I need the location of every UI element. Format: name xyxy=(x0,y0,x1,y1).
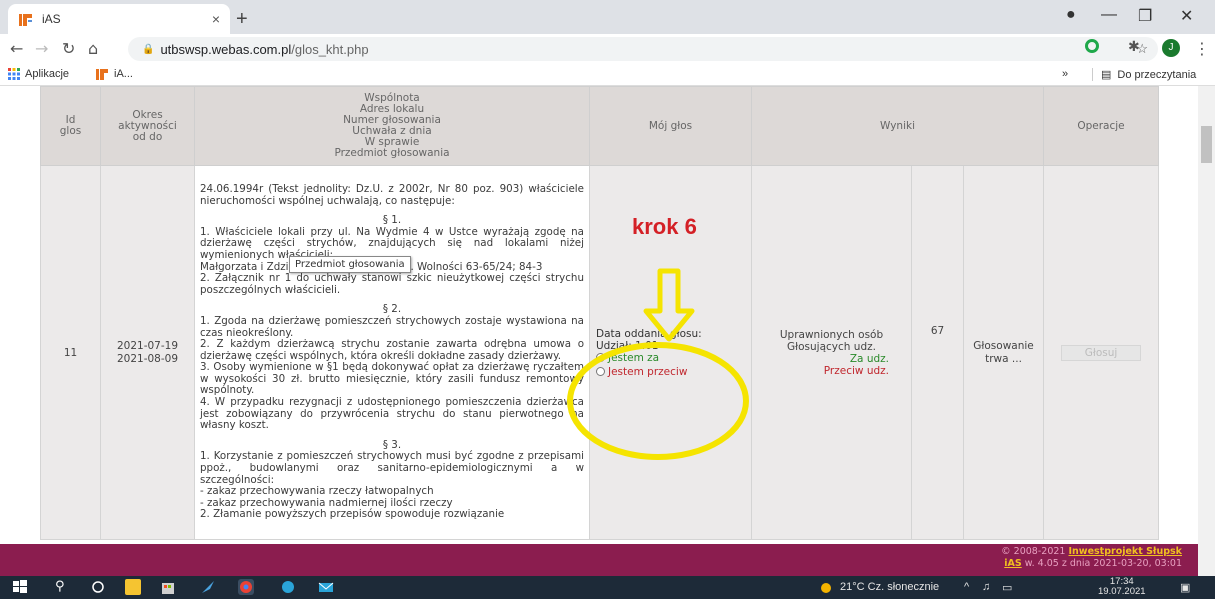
resolution-paragraph: 2. Załącznik nr 1 do uchwały stanowi szk… xyxy=(200,272,584,296)
ias-logo-icon xyxy=(96,68,110,80)
bookmark-label: iA... xyxy=(114,68,133,80)
cell-operacje: Głosuj xyxy=(1043,165,1159,540)
extension-icon[interactable] xyxy=(1085,39,1099,53)
weather-text[interactable]: 21°C Cz. słonecznie xyxy=(840,581,939,593)
address-bar[interactable]: 🔒 utbswsp.webas.com.pl/glos_kht.php ☆ xyxy=(128,37,1158,61)
cell-id: 11 xyxy=(40,165,101,540)
reading-list-label: Do przeczytania xyxy=(1117,68,1197,81)
footer-copyright: © 2008-2021 xyxy=(1001,546,1066,557)
cell-status: Głosowanie trwa ... xyxy=(963,165,1044,540)
notifications-icon[interactable]: ▣ xyxy=(1180,581,1190,594)
reload-icon[interactable]: ↻ xyxy=(62,39,75,58)
network-icon[interactable]: ▭ xyxy=(1002,581,1012,594)
tab-close-icon[interactable]: × xyxy=(212,11,220,27)
resolution-paragraph: 1. Zgoda na dzierżawę pomieszczeń strych… xyxy=(200,314,584,339)
tab-title: iAS xyxy=(42,12,61,26)
back-arrow-icon[interactable]: ← xyxy=(10,39,23,58)
tooltip: Przedmiot głosowania xyxy=(289,256,411,273)
cell-przedmiot: 24.06.1994r (Tekst jednolity: Dz.U. z 20… xyxy=(194,165,590,540)
header-moj-glos: Mój głos xyxy=(589,86,752,166)
resolution-paragraph: 2. Złamanie powyższych przepisów spowodu… xyxy=(200,508,505,521)
url-host: utbswsp.webas.com.pl xyxy=(160,41,292,57)
scrollbar-thumb[interactable] xyxy=(1201,126,1212,163)
browser-tab[interactable]: iAS × xyxy=(8,4,230,34)
resolution-paragraph: 1. Korzystanie z pomieszczeń strychowych… xyxy=(200,450,584,486)
apps-grid-icon xyxy=(8,68,20,80)
weather-icon xyxy=(818,579,834,595)
file-explorer-icon[interactable] xyxy=(125,579,141,595)
highlight-ellipse xyxy=(567,342,749,460)
down-arrow-icon xyxy=(643,268,695,342)
reading-list-button[interactable]: ▤ Do przeczytania xyxy=(1092,68,1196,81)
minimize-button[interactable]: — xyxy=(1101,6,1117,24)
resolution-paragraph: 4. W przypadku rezygnacji z udostępnione… xyxy=(200,396,584,432)
browser-tab-strip: iAS × + ● — ❐ ✕ xyxy=(0,0,1215,34)
tray-chevron-icon[interactable]: ^ xyxy=(964,581,969,593)
annotation-overlay xyxy=(567,268,749,460)
restore-button[interactable]: ❐ xyxy=(1138,6,1152,26)
cell-okres: 2021-07-19 2021-08-09 xyxy=(100,165,195,540)
mail-icon[interactable] xyxy=(318,579,334,595)
footer-app-link[interactable]: iAS xyxy=(1004,558,1021,569)
vote-submit-button[interactable]: Głosuj xyxy=(1061,344,1141,361)
annotation-label: krok 6 xyxy=(632,214,697,239)
window-close-button[interactable]: ✕ xyxy=(1180,6,1193,26)
media-control-icon[interactable]: ● xyxy=(1066,6,1076,24)
header-wspolnota-line: Przedmiot głosowania xyxy=(334,147,450,159)
new-tab-button[interactable]: + xyxy=(236,8,248,31)
search-icon[interactable]: ⚲ xyxy=(55,579,71,595)
extensions-puzzle-icon[interactable]: ✱ xyxy=(1128,39,1140,55)
header-wspolnota-lines: Wspólnota Adres lokalu Numer głosowania Uch… xyxy=(195,93,589,159)
resolution-paragraph: 24.06.1994r (Tekst jednolity: Dz.U. z 20… xyxy=(200,182,584,207)
footer-text: © 2008-2021 Inwestprojekt Słupsk iAS w. … xyxy=(1001,546,1182,570)
bookmark-ias[interactable]: iA... xyxy=(96,68,133,80)
resolution-paragraph: 2. Z każdym dzierżawcą strychu zostanie … xyxy=(200,338,584,362)
header-wyniki: Wyniki xyxy=(751,86,1044,166)
footer-company-link[interactable]: Inwestprojekt Słupsk xyxy=(1069,546,1183,557)
windows-start-icon[interactable] xyxy=(12,579,28,595)
bookmarks-bar: Aplikacje iA... » ▤ Do przeczytania xyxy=(0,64,1215,86)
browser-toolbar: ← → ↻ ⌂ 🔒 utbswsp.webas.com.pl/glos_kht.… xyxy=(0,34,1215,64)
home-icon[interactable]: ⌂ xyxy=(88,39,98,58)
volume-icon[interactable]: ♫ xyxy=(982,581,990,593)
resolution-paragraph: 3. Osoby wymienione w §1 będą dokonywać … xyxy=(200,361,584,397)
header-okres: Okres aktywności od do xyxy=(100,86,195,166)
header-wspolnota: Wspólnota Adres lokalu Numer głosowania Uch… xyxy=(194,86,590,166)
clock-date: 19.07.2021 xyxy=(1098,586,1146,597)
header-id: Id glos xyxy=(40,86,101,166)
page-footer: © 2008-2021 Inwestprojekt Słupsk iAS w. … xyxy=(0,544,1198,576)
reading-list-icon: ▤ xyxy=(1092,68,1111,81)
profile-avatar[interactable]: J xyxy=(1162,39,1180,57)
header-operacje: Operacje xyxy=(1043,86,1159,166)
ias-logo-icon xyxy=(18,11,34,27)
date-from: 2021-07-19 xyxy=(116,339,179,352)
lock-icon: 🔒 xyxy=(142,43,155,55)
url-path: /glos_kht.php xyxy=(291,41,369,57)
windows-taskbar: ⚲ 21°C Cz. słonecznie ^ ♫ ▭ 17:34 19.07.… xyxy=(0,576,1215,599)
edge-icon[interactable] xyxy=(280,579,296,595)
forward-arrow-icon[interactable]: → xyxy=(35,39,48,58)
menu-kebab-icon[interactable]: ⋮ xyxy=(1194,39,1210,58)
footer-version: w. 4.05 z dnia 2021-03-20, 03:01 xyxy=(1024,558,1182,569)
clock[interactable]: 17:34 19.07.2021 xyxy=(1098,577,1146,597)
bookmark-apps[interactable]: Aplikacje xyxy=(8,68,69,80)
date-to: 2021-08-09 xyxy=(116,352,179,365)
page-content: Id glos Okres aktywności od do Wspólnota… xyxy=(0,86,1198,544)
feather-app-icon[interactable] xyxy=(200,579,216,595)
chrome-icon[interactable] xyxy=(238,579,254,595)
resolution-text: 24.06.1994r (Tekst jednolity: Dz.U. z 20… xyxy=(200,182,584,521)
bookmarks-more-chevron[interactable]: » xyxy=(1062,68,1068,80)
bookmark-label: Aplikacje xyxy=(25,68,70,80)
cell-results-count: 67 xyxy=(911,165,964,540)
task-view-icon[interactable] xyxy=(90,579,106,595)
store-icon[interactable] xyxy=(160,579,176,595)
result-count: 67 xyxy=(930,324,945,337)
